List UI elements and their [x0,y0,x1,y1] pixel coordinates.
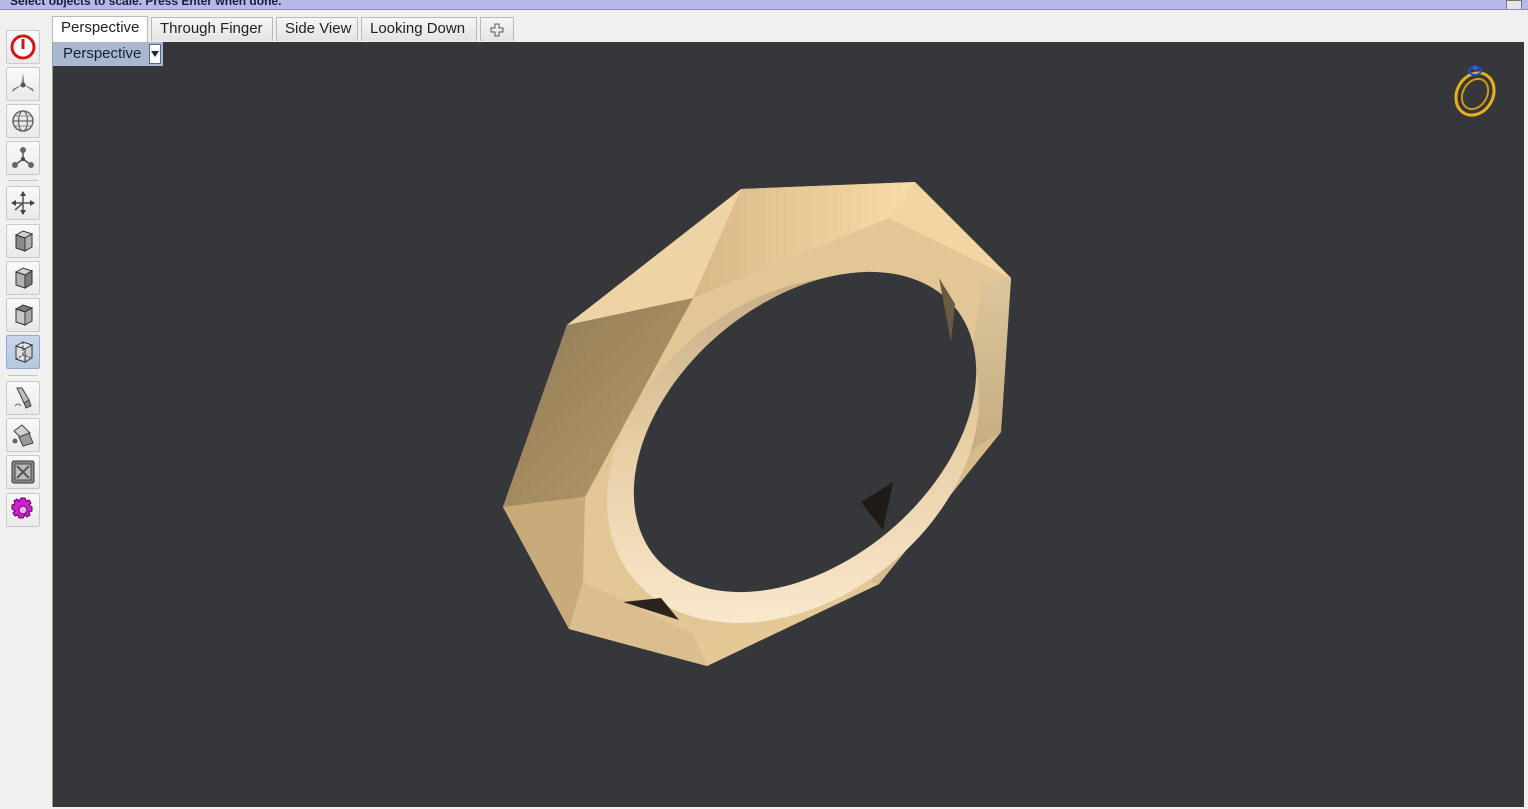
node-graph-icon [12,147,34,168]
ring-facet [503,497,585,629]
command-prompt-bar[interactable]: Select objects to scale. Press Enter whe… [0,0,1528,10]
perspective-viewport[interactable]: Perspective [52,42,1524,807]
globe-icon [12,110,34,132]
eyedropper-button[interactable] [6,381,40,415]
cube-front-view-button[interactable] [6,224,40,258]
viewport-tabs: Perspective Through Finger Side View Loo… [52,16,1522,42]
tab-through-finger[interactable]: Through Finger [151,17,273,41]
render-frame-button[interactable] [6,455,40,489]
tab-label: Perspective [61,19,140,36]
plus-icon [490,23,504,36]
globe-button[interactable] [6,104,40,138]
toolbar-divider [8,375,38,376]
command-history-dropdown[interactable] [1506,0,1522,9]
view-navigator-ring-icon[interactable] [1447,60,1503,120]
paint-bucket-button[interactable] [6,418,40,452]
toolbar-divider [8,180,38,181]
cube-wire-icon [14,341,34,363]
tab-label: Through Finger [160,20,263,37]
tab-label: Looking Down [370,20,466,37]
viewport-title[interactable]: Perspective [53,42,163,66]
cube-wireframe-button[interactable] [6,335,40,369]
chevron-down-icon [151,51,159,57]
paint-bucket-icon [12,424,34,447]
axis-tripod-icon [12,73,34,92]
cube-top-view-button[interactable] [6,298,40,332]
cube-side-view-button[interactable] [6,261,40,295]
move-axes-icon [11,191,35,215]
cube-front-icon [14,230,34,252]
tab-side-view[interactable]: Side View [276,17,358,41]
left-toolbar [4,30,42,532]
add-tab-button[interactable] [480,17,514,41]
settings-gear-icon [11,497,33,519]
node-graph-button[interactable] [6,141,40,175]
tab-looking-down[interactable]: Looking Down [361,17,477,41]
eyedropper-icon [14,387,32,409]
tab-perspective[interactable]: Perspective [52,16,148,42]
power-icon [10,34,36,60]
settings-gear-button[interactable] [6,493,40,527]
ring-model[interactable] [53,42,1524,807]
move-axes-button[interactable] [6,186,40,220]
command-prompt-text: Select objects to scale. Press Enter whe… [10,0,282,8]
viewport-title-text: Perspective [63,45,142,62]
axis-tripod-button[interactable] [6,67,40,101]
power-button[interactable] [6,30,40,64]
cube-side-icon [14,267,34,289]
viewport-menu-button[interactable] [149,44,161,64]
tab-label: Side View [285,20,352,37]
render-frame-icon [11,460,35,484]
cube-top-icon [14,304,34,326]
